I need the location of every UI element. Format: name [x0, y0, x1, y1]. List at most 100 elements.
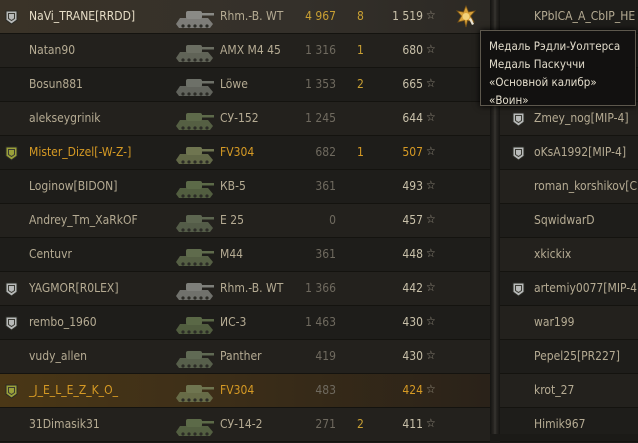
damage-value: 1 353: [305, 77, 336, 91]
vehicle-name: M44: [220, 247, 244, 261]
tank-icon: [172, 274, 216, 304]
player-row[interactable]: _J_E_L_E_Z_K_O_ FV304 483 424 ☆: [0, 374, 490, 408]
enemy-row[interactable]: war199: [500, 306, 638, 340]
player-name: Zmey_nog[MIP-4]: [534, 111, 629, 125]
vehicle-name: ИС-3: [220, 315, 247, 329]
clan-badge-icon: [5, 384, 18, 399]
star-icon: ☆: [426, 212, 436, 226]
damage-value: 1 463: [305, 315, 336, 329]
tooltip-line: Медаль Паскуччи: [489, 57, 585, 71]
player-row[interactable]: NaVi_TRANE[RRDD] Rhm.-B. WT 4 967 8 1 519 ☆: [0, 0, 490, 34]
tank-icon: [172, 206, 216, 236]
player-name: artemiy0077[MIP-4: [534, 281, 638, 295]
tank-icon: [172, 376, 216, 406]
clan-badge-icon: [5, 282, 18, 297]
enemy-row[interactable]: krot_27: [500, 374, 638, 408]
player-name: Natan90: [29, 43, 76, 57]
vehicle-name: Panther: [220, 349, 262, 363]
player-name: Himik967: [534, 417, 586, 431]
xp-value: 448: [402, 247, 423, 261]
player-name: alekseygrinik: [29, 111, 101, 125]
vehicle-name: СУ-152: [220, 111, 259, 125]
damage-value: 1 366: [305, 281, 336, 295]
tank-icon: [172, 240, 216, 270]
player-name: _J_E_L_E_Z_K_O_: [29, 383, 118, 397]
damage-value: 0: [329, 213, 336, 227]
star-icon: ☆: [426, 314, 436, 328]
enemy-row[interactable]: SqwidwarD: [500, 204, 638, 238]
player-name: SqwidwarD: [534, 213, 595, 227]
tank-icon: [172, 36, 216, 66]
player-name: Centuvr: [29, 247, 72, 261]
enemy-row[interactable]: Himik967: [500, 408, 638, 442]
player-row[interactable]: Bosun881 Löwe 1 353 2 665 ☆: [0, 68, 490, 102]
enemy-row[interactable]: KPbICA_A_CbIP_HE: [500, 0, 638, 34]
star-icon: ☆: [426, 280, 436, 294]
player-name: NaVi_TRANE[RRDD]: [29, 9, 136, 23]
player-name: KPbICA_A_CbIP_HE: [534, 9, 636, 23]
vehicle-name: СУ-14-2: [220, 417, 263, 431]
star-icon: ☆: [426, 76, 436, 90]
player-name: oKsA1992[MIP-4]: [534, 145, 627, 159]
damage-value: 1 245: [305, 111, 336, 125]
enemy-row[interactable]: xkickix: [500, 238, 638, 272]
left-team-table: NaVi_TRANE[RRDD] Rhm.-B. WT 4 967 8 1 519 ☆ Na…: [0, 0, 490, 442]
player-row[interactable]: Loginow[BIDON] КВ-5 361 493 ☆: [0, 170, 490, 204]
star-icon: ☆: [426, 42, 436, 56]
xp-value: 411: [402, 417, 423, 431]
player-name: roman_korshikov[C: [534, 179, 638, 193]
xp-value: 507: [402, 145, 423, 159]
xp-value: 442: [402, 281, 423, 295]
damage-value: 682: [315, 145, 336, 159]
player-name: Mister_Dizel[-W-Z-]: [29, 145, 132, 159]
medal-icon[interactable]: [455, 4, 477, 29]
player-row[interactable]: vudy_allen Panther 419 430 ☆: [0, 340, 490, 374]
damage-value: 1 316: [305, 43, 336, 57]
player-row[interactable]: 31Dimasik31 СУ-14-2 271 2 411 ☆: [0, 408, 490, 442]
player-name: Andrey_Tm_XaRkOF: [29, 213, 138, 227]
player-name: vudy_allen: [29, 349, 87, 363]
star-icon: ☆: [426, 246, 436, 260]
player-row[interactable]: Natan90 AMX M4 45 1 316 1 680 ☆: [0, 34, 490, 68]
player-name: xkickix: [534, 247, 572, 261]
tank-icon: [172, 138, 216, 168]
player-row[interactable]: Mister_Dizel[-W-Z-] FV304 682 1 507 ☆: [0, 136, 490, 170]
player-row[interactable]: Andrey_Tm_XaRkOF E 25 0 457 ☆: [0, 204, 490, 238]
enemy-row[interactable]: artemiy0077[MIP-4: [500, 272, 638, 306]
xp-value: 665: [402, 77, 423, 91]
vehicle-name: Rhm.-B. WT: [220, 281, 284, 295]
kills-value: 1: [357, 145, 364, 159]
player-row[interactable]: Centuvr M44 361 448 ☆: [0, 238, 490, 272]
star-icon: ☆: [426, 416, 436, 430]
player-name: Bosun881: [29, 77, 83, 91]
vehicle-name: E 25: [220, 213, 244, 227]
player-row[interactable]: YAGMOR[R0LEX] Rhm.-B. WT 1 366 442 ☆: [0, 272, 490, 306]
vehicle-name: Rhm.-B. WT: [220, 9, 284, 23]
kills-value: 8: [357, 9, 364, 23]
player-name: war199: [534, 315, 575, 329]
player-row[interactable]: alekseygrinik СУ-152 1 245 644 ☆: [0, 102, 490, 136]
damage-value: 483: [315, 383, 336, 397]
kills-value: 2: [357, 77, 364, 91]
player-name: 31Dimasik31: [29, 417, 100, 431]
clan-badge-icon: [5, 10, 18, 25]
tank-icon: [172, 342, 216, 372]
player-name: Loginow[BIDON]: [29, 179, 118, 193]
tank-icon: [172, 70, 216, 100]
kills-value: 2: [357, 417, 364, 431]
clan-badge-icon: [5, 146, 18, 161]
vehicle-name: FV304: [220, 383, 255, 397]
xp-value: 424: [402, 383, 423, 397]
enemy-row[interactable]: Pepel25[PR227]: [500, 340, 638, 374]
enemy-row[interactable]: roman_korshikov[C: [500, 170, 638, 204]
tooltip-line: «Воин»: [489, 93, 529, 107]
tank-icon: [172, 104, 216, 134]
tank-icon: [172, 2, 216, 32]
player-name: krot_27: [534, 383, 575, 397]
xp-value: 1 519: [392, 9, 423, 23]
star-icon: ☆: [426, 178, 436, 192]
enemy-row[interactable]: oKsA1992[MIP-4]: [500, 136, 638, 170]
player-row[interactable]: rembo_1960 ИС-3 1 463 430 ☆: [0, 306, 490, 340]
player-name: YAGMOR[R0LEX]: [29, 281, 119, 295]
player-name: rembo_1960: [29, 315, 97, 329]
